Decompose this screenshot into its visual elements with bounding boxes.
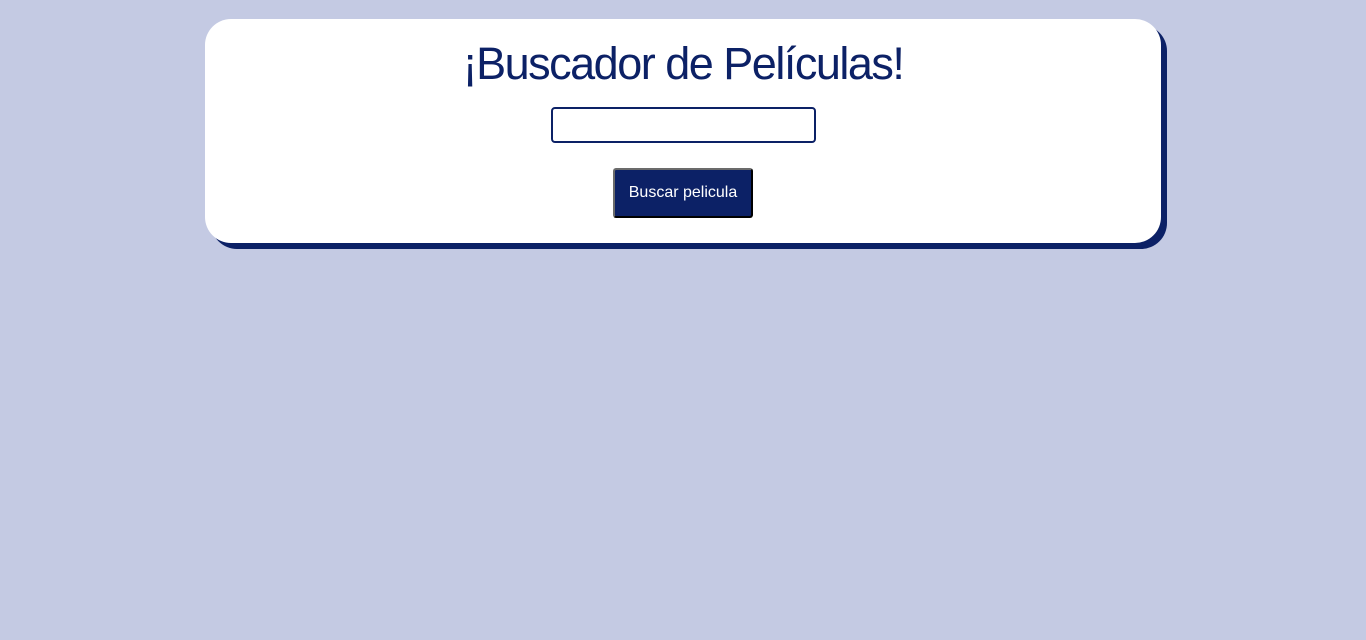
search-card: ¡Buscador de Películas! Buscar pelicula — [205, 19, 1161, 243]
movie-search-input[interactable] — [551, 107, 816, 143]
page-title: ¡Buscador de Películas! — [462, 38, 905, 89]
search-movie-button[interactable]: Buscar pelicula — [613, 168, 753, 218]
